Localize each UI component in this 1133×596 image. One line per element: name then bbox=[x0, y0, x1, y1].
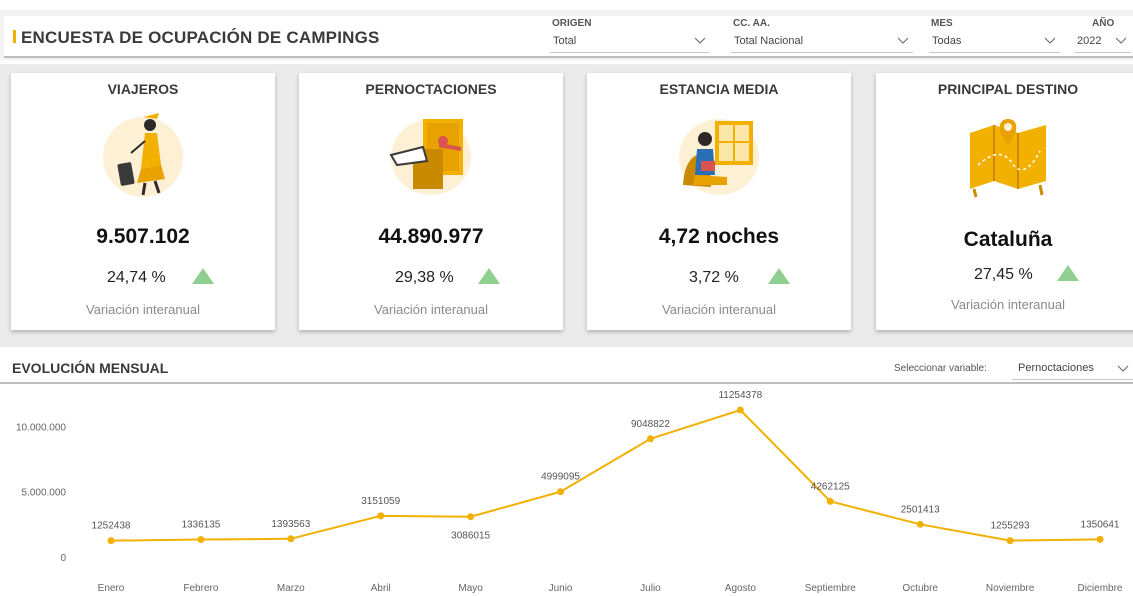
y-tick-label: 5.000.000 bbox=[22, 488, 67, 499]
mes-label: MES bbox=[931, 18, 953, 29]
x-tick-label: Noviembre bbox=[986, 583, 1035, 594]
data-label: 1252438 bbox=[92, 521, 131, 532]
ccaa-label: CC. AA. bbox=[733, 18, 770, 29]
x-tick-label: Mayo bbox=[458, 583, 483, 594]
x-tick-label: Abril bbox=[371, 583, 391, 594]
kpi-card-principal-destino: PRINCIPAL DESTINO Cataluña 27,45 % Varia… bbox=[876, 73, 1133, 330]
x-tick-label: Agosto bbox=[725, 583, 757, 594]
kpi-percentage: 27,45 % bbox=[974, 266, 1033, 283]
anio-dropdown[interactable]: 2022 bbox=[1074, 31, 1131, 53]
kpi-subtitle: Variación interanual bbox=[374, 302, 488, 317]
kpi-percentage: 24,74 % bbox=[107, 269, 166, 286]
mes-value: Todas bbox=[932, 35, 962, 47]
variable-selector-value: Pernoctaciones bbox=[1018, 362, 1094, 374]
anio-label: AÑO bbox=[1092, 18, 1115, 29]
ccaa-value: Total Nacional bbox=[734, 35, 804, 47]
traveler-illustration-icon bbox=[103, 113, 183, 197]
map-illustration-icon bbox=[970, 119, 1046, 198]
kpi-card-pernoctaciones: PERNOCTACIONES 44.890.977 29,38 % Variac… bbox=[299, 73, 563, 330]
kpi-value: 44.890.977 bbox=[378, 225, 484, 248]
kpi-card-viajeros: VIAJEROS 9.507.102 24,74 % Variación int… bbox=[11, 73, 275, 330]
anio-value: 2022 bbox=[1077, 35, 1102, 47]
kpi-subtitle: Variación interanual bbox=[86, 302, 200, 317]
x-tick-label: Junio bbox=[549, 583, 573, 594]
data-point[interactable] bbox=[1096, 535, 1104, 543]
data-label: 1255293 bbox=[991, 521, 1030, 532]
data-label: 4999095 bbox=[541, 472, 580, 483]
monthly-evolution-chart: 0 5.000.000 10.000.000 Enero Febrero Marzo Abr… bbox=[16, 390, 1123, 594]
x-tick-label: Julio bbox=[640, 583, 661, 594]
kpi-title: ESTANCIA MEDIA bbox=[659, 81, 779, 97]
data-point[interactable] bbox=[557, 488, 565, 496]
x-tick-label: Febrero bbox=[183, 583, 218, 594]
data-point[interactable] bbox=[736, 406, 744, 414]
chevron-down-icon bbox=[897, 37, 909, 44]
reading-person-illustration-icon bbox=[679, 119, 759, 195]
kpi-card-estancia-media: ESTANCIA MEDIA 4,72 noches 3,72 % Variac… bbox=[587, 73, 851, 330]
kpi-value: Cataluña bbox=[963, 228, 1053, 251]
data-label: 11254378 bbox=[718, 390, 762, 401]
kpi-title: PRINCIPAL DESTINO bbox=[937, 81, 1079, 97]
x-tick-label: Marzo bbox=[277, 583, 305, 594]
data-point[interactable] bbox=[107, 537, 115, 545]
data-point[interactable] bbox=[467, 513, 475, 521]
chevron-down-icon bbox=[1117, 365, 1129, 372]
data-point[interactable] bbox=[197, 536, 205, 544]
x-tick-label: Septiembre bbox=[805, 583, 857, 594]
data-label: 9048822 bbox=[631, 419, 670, 430]
kpi-subtitle: Variación interanual bbox=[951, 297, 1065, 312]
series-line bbox=[110, 408, 1101, 542]
data-label: 2501413 bbox=[901, 504, 940, 515]
kpi-percentage: 29,38 % bbox=[395, 269, 454, 286]
data-point[interactable] bbox=[287, 535, 295, 543]
data-point[interactable] bbox=[377, 512, 385, 520]
trend-up-icon bbox=[478, 268, 500, 284]
y-tick-label: 10.000.000 bbox=[16, 422, 66, 433]
chevron-down-icon bbox=[694, 37, 706, 44]
variable-selector-dropdown[interactable]: Pernoctaciones bbox=[1012, 356, 1133, 380]
trend-up-icon bbox=[1057, 265, 1079, 281]
kpi-value: 9.507.102 bbox=[96, 225, 190, 248]
data-point[interactable] bbox=[646, 435, 654, 443]
x-tick-label: Octubre bbox=[902, 583, 938, 594]
mes-dropdown[interactable]: Todas bbox=[929, 31, 1060, 53]
chevron-down-icon bbox=[1044, 37, 1056, 44]
kpi-title: PERNOCTACIONES bbox=[365, 81, 497, 97]
data-label: 1393563 bbox=[271, 519, 310, 530]
data-point[interactable] bbox=[916, 520, 924, 528]
page-title: ENCUESTA DE OCUPACIÓN DE CAMPINGS bbox=[21, 28, 380, 47]
origen-label: ORIGEN bbox=[552, 18, 592, 29]
sleeping-person-illustration-icon bbox=[389, 119, 471, 195]
ccaa-dropdown[interactable]: Total Nacional bbox=[731, 31, 913, 53]
data-label: 1336135 bbox=[181, 520, 220, 531]
title-accent-bar bbox=[13, 30, 16, 43]
trend-up-icon bbox=[768, 268, 790, 284]
data-label: 3086015 bbox=[451, 531, 490, 542]
x-tick-label: Diciembre bbox=[1077, 583, 1122, 594]
chevron-down-icon bbox=[1115, 37, 1127, 44]
kpi-subtitle: Variación interanual bbox=[662, 302, 776, 317]
data-point[interactable] bbox=[826, 497, 834, 505]
kpi-percentage: 3,72 % bbox=[689, 269, 739, 286]
data-label: 1350641 bbox=[1081, 519, 1120, 530]
evolution-title: EVOLUCIÓN MENSUAL bbox=[12, 360, 169, 376]
data-label: 4262125 bbox=[811, 481, 850, 492]
trend-up-icon bbox=[192, 268, 214, 284]
data-point[interactable] bbox=[1006, 537, 1014, 545]
origen-value: Total bbox=[553, 35, 577, 47]
y-tick-label: 0 bbox=[60, 553, 66, 564]
x-tick-label: Enero bbox=[98, 583, 125, 594]
kpi-value: 4,72 noches bbox=[658, 225, 780, 248]
kpi-title: VIAJEROS bbox=[107, 81, 179, 97]
origen-dropdown[interactable]: Total bbox=[550, 31, 710, 53]
variable-selector-label: Seleccionar variable: bbox=[894, 363, 987, 374]
data-label: 3151059 bbox=[361, 496, 400, 507]
